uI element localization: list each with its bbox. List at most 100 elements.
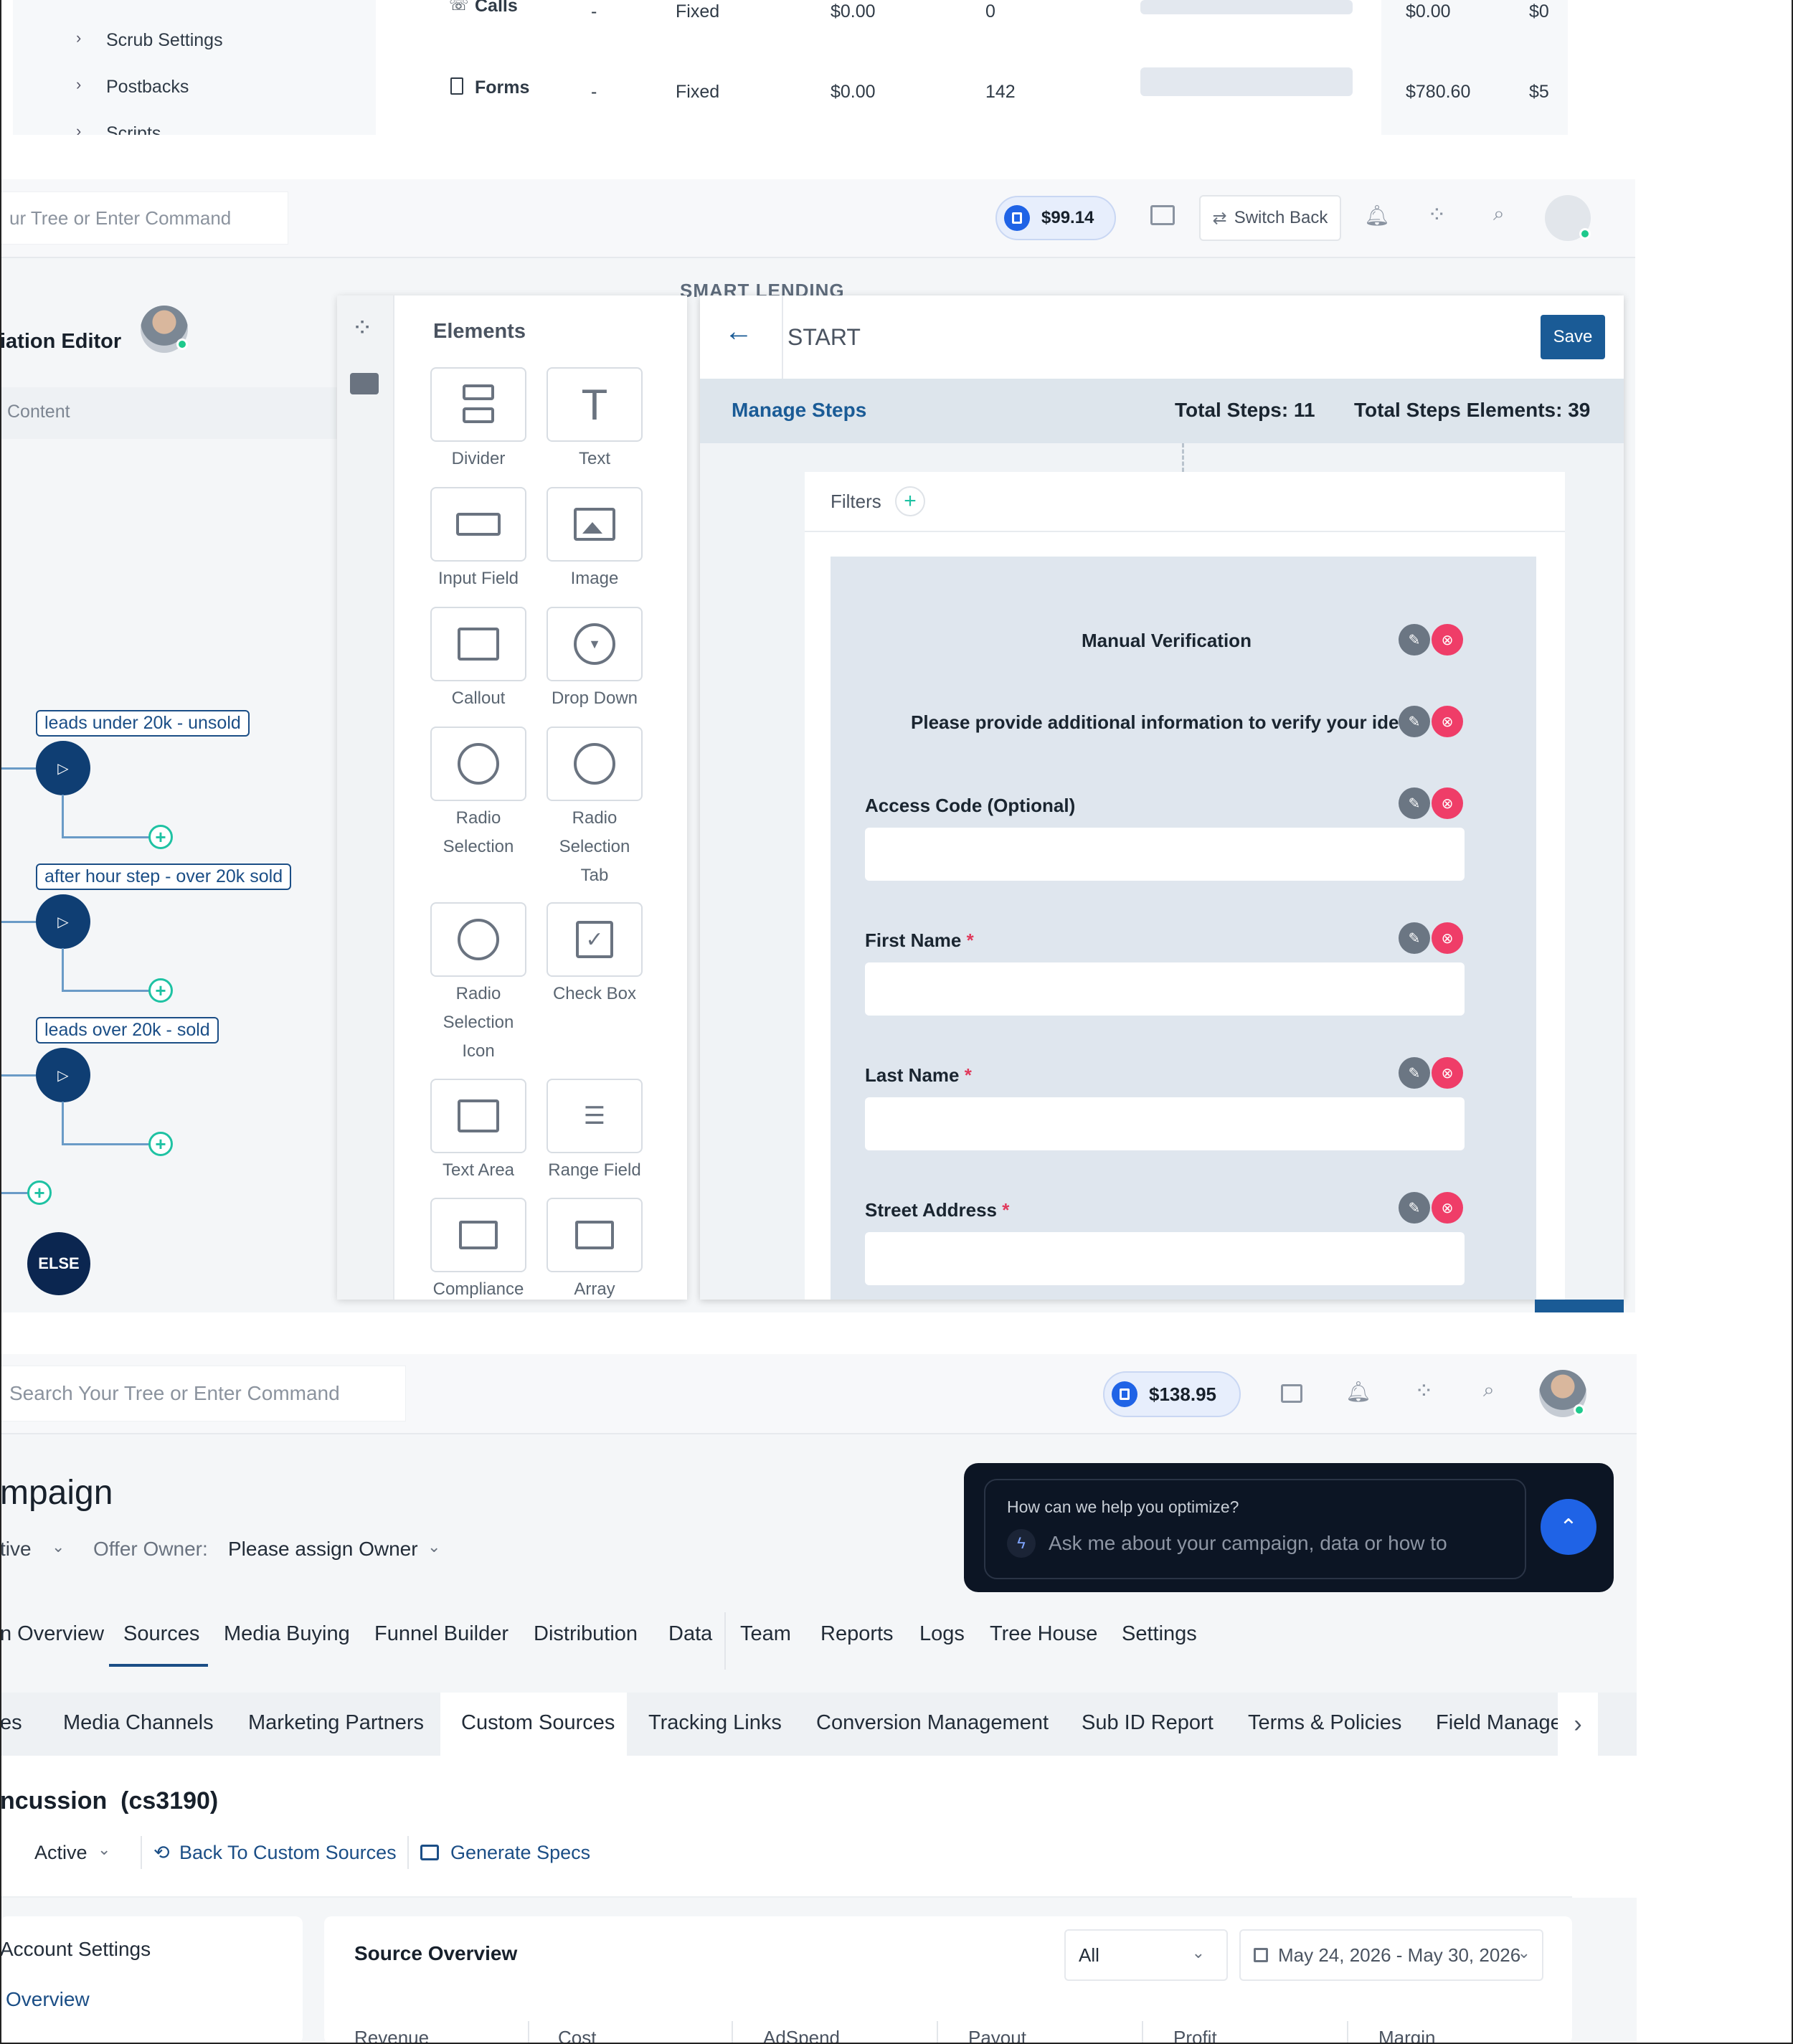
side-nav-account-settings[interactable]: Account Settings	[0, 1938, 151, 1961]
chevron-down-icon[interactable]: ⌄	[427, 1538, 440, 1556]
tab-data[interactable]: Data	[668, 1622, 712, 1646]
status-select[interactable]: tive	[0, 1538, 32, 1561]
back-arrow-icon[interactable]: ←	[724, 316, 753, 348]
image-element[interactable]	[547, 487, 643, 562]
subtab-marketing-partners[interactable]: Marketing Partners	[248, 1711, 424, 1735]
balance-pill[interactable]: $99.14	[995, 196, 1116, 240]
generate-specs-link[interactable]: Generate Specs	[450, 1842, 590, 1864]
chat-input[interactable]: Ask me about your campaign, data or how …	[1049, 1532, 1447, 1555]
edit-icon[interactable]: ✎	[1399, 922, 1430, 954]
menu-item-scripts[interactable]: Scripts	[106, 123, 161, 135]
delete-icon[interactable]: ⊗	[1432, 922, 1463, 954]
edit-icon[interactable]: ✎	[1399, 706, 1430, 737]
add-step-icon[interactable]: +	[148, 978, 173, 1003]
callout-element[interactable]	[430, 607, 526, 681]
input-field-element[interactable]	[430, 487, 526, 562]
subtab-conversion-management[interactable]: Conversion Management	[816, 1711, 1049, 1735]
menu-item-postbacks[interactable]: Postbacks	[106, 77, 189, 98]
street-address-input[interactable]	[865, 1232, 1465, 1285]
delete-icon[interactable]: ⊗	[1432, 624, 1463, 656]
search-icon[interactable]: ⌕	[1493, 202, 1505, 226]
subtab[interactable]: es	[0, 1711, 22, 1735]
tab-funnel-builder[interactable]: Funnel Builder	[374, 1622, 508, 1646]
tab-media-buying[interactable]: Media Buying	[224, 1622, 350, 1646]
text-area-element[interactable]	[430, 1079, 526, 1153]
flow-label[interactable]: after hour step - over 20k sold	[36, 864, 292, 890]
add-step-icon[interactable]: +	[27, 1180, 52, 1205]
last-name-input[interactable]	[865, 1097, 1465, 1150]
search-icon[interactable]: ⌕	[1483, 1378, 1495, 1402]
grid-icon[interactable]: ⁘	[1414, 1377, 1434, 1404]
subtab-custom-sources[interactable]: Custom Sources	[461, 1711, 615, 1735]
chevron-down-icon[interactable]: ⌄	[98, 1840, 110, 1859]
divider-element[interactable]	[430, 367, 526, 442]
add-step-icon[interactable]: +	[148, 825, 173, 849]
offer-owner-value[interactable]: Please assign Owner	[228, 1538, 418, 1561]
chat-input-box[interactable]: How can we help you optimize? ϟ Ask me a…	[984, 1479, 1526, 1579]
first-name-input[interactable]	[865, 962, 1465, 1016]
flow-label[interactable]: leads under 20k - unsold	[36, 710, 250, 737]
radio-selection-icon-element[interactable]	[430, 902, 526, 977]
check-box-element[interactable]: ✓	[547, 902, 643, 977]
flow-label[interactable]: leads over 20k - sold	[36, 1017, 219, 1044]
subtab-terms-policies[interactable]: Terms & Policies	[1248, 1711, 1401, 1735]
folder-icon[interactable]	[1150, 205, 1175, 225]
add-step-icon[interactable]: +	[148, 1132, 173, 1156]
manage-steps-link[interactable]: Manage Steps	[732, 399, 866, 422]
chat-send-button[interactable]: ⌃	[1541, 1499, 1596, 1555]
subtab-sub-id-report[interactable]: Sub ID Report	[1082, 1711, 1214, 1735]
chat-icon[interactable]	[350, 373, 379, 394]
tab-reports[interactable]: Reports	[820, 1622, 894, 1646]
text-element[interactable]: T	[547, 367, 643, 442]
array-element[interactable]	[547, 1198, 643, 1272]
edit-icon[interactable]: ✎	[1399, 787, 1430, 819]
delete-icon[interactable]: ⊗	[1432, 1057, 1463, 1089]
tab-team[interactable]: Team	[740, 1622, 791, 1646]
edit-icon[interactable]: ✎	[1399, 624, 1430, 656]
tab-sources[interactable]: Sources	[123, 1622, 199, 1646]
bell-icon[interactable]: 🔔︎	[1364, 204, 1390, 227]
else-node[interactable]: ELSE	[27, 1232, 90, 1295]
side-nav-overview[interactable]: Overview	[6, 1988, 90, 2011]
play-node[interactable]: ▷	[36, 1048, 90, 1102]
tab-tree-house[interactable]: Tree House	[990, 1622, 1097, 1646]
filter-select[interactable]: All ⌄	[1064, 1929, 1228, 1981]
folder-icon[interactable]	[1281, 1384, 1302, 1403]
delete-icon[interactable]: ⊗	[1432, 1192, 1463, 1224]
switch-back-button[interactable]: ⇄ Switch Back	[1199, 195, 1341, 241]
subtab-tracking-links[interactable]: Tracking Links	[648, 1711, 782, 1735]
tab-distribution[interactable]: Distribution	[534, 1622, 638, 1646]
chevron-down-icon[interactable]: ⌄	[52, 1538, 65, 1556]
source-status-select[interactable]: Active	[34, 1842, 87, 1864]
chevron-right-icon[interactable]: ›	[1558, 1693, 1598, 1756]
edit-icon[interactable]: ✎	[1399, 1057, 1430, 1089]
menu-item-scrub-settings[interactable]: Scrub Settings	[106, 30, 223, 51]
balance-pill[interactable]: $138.95	[1103, 1371, 1241, 1417]
radio-selection-tab-element[interactable]	[547, 727, 643, 801]
compliance-element[interactable]	[430, 1198, 526, 1272]
range-field-element[interactable]: ☰	[547, 1079, 643, 1153]
command-search-input[interactable]: Search Your Tree or Enter Command	[0, 1366, 406, 1421]
subtab-media-channels[interactable]: Media Channels	[63, 1711, 214, 1735]
delete-icon[interactable]: ⊗	[1432, 787, 1463, 819]
tab-logs[interactable]: Logs	[919, 1622, 965, 1646]
drop-down-element[interactable]: ▼	[547, 607, 643, 681]
radio-selection-element[interactable]	[430, 727, 526, 801]
delete-icon[interactable]: ⊗	[1432, 706, 1463, 737]
tab-overview[interactable]: n Overview	[0, 1622, 104, 1646]
date-range-picker[interactable]: May 24, 2026 - May 30, 2026 ⌄	[1239, 1929, 1543, 1981]
subtab-field-management[interactable]: Field Managem	[1436, 1711, 1563, 1735]
back-to-custom-sources-link[interactable]: Back To Custom Sources	[179, 1842, 397, 1864]
play-node[interactable]: ▷	[36, 741, 90, 795]
access-code-input[interactable]	[865, 828, 1465, 881]
command-search-input[interactable]: ur Tree or Enter Command	[0, 191, 288, 245]
save-button[interactable]: Save	[1541, 315, 1605, 359]
play-node[interactable]: ▷	[36, 894, 90, 949]
tab-settings[interactable]: Settings	[1122, 1622, 1197, 1646]
edit-icon[interactable]: ✎	[1399, 1192, 1430, 1224]
bell-icon[interactable]: 🔔︎	[1345, 1380, 1371, 1404]
content-tab[interactable]: Content	[7, 402, 70, 422]
grid-icon[interactable]: ⁘	[1427, 201, 1447, 228]
scroll-button[interactable]	[1535, 1300, 1624, 1312]
grid-icon[interactable]: ⁘	[351, 313, 373, 343]
